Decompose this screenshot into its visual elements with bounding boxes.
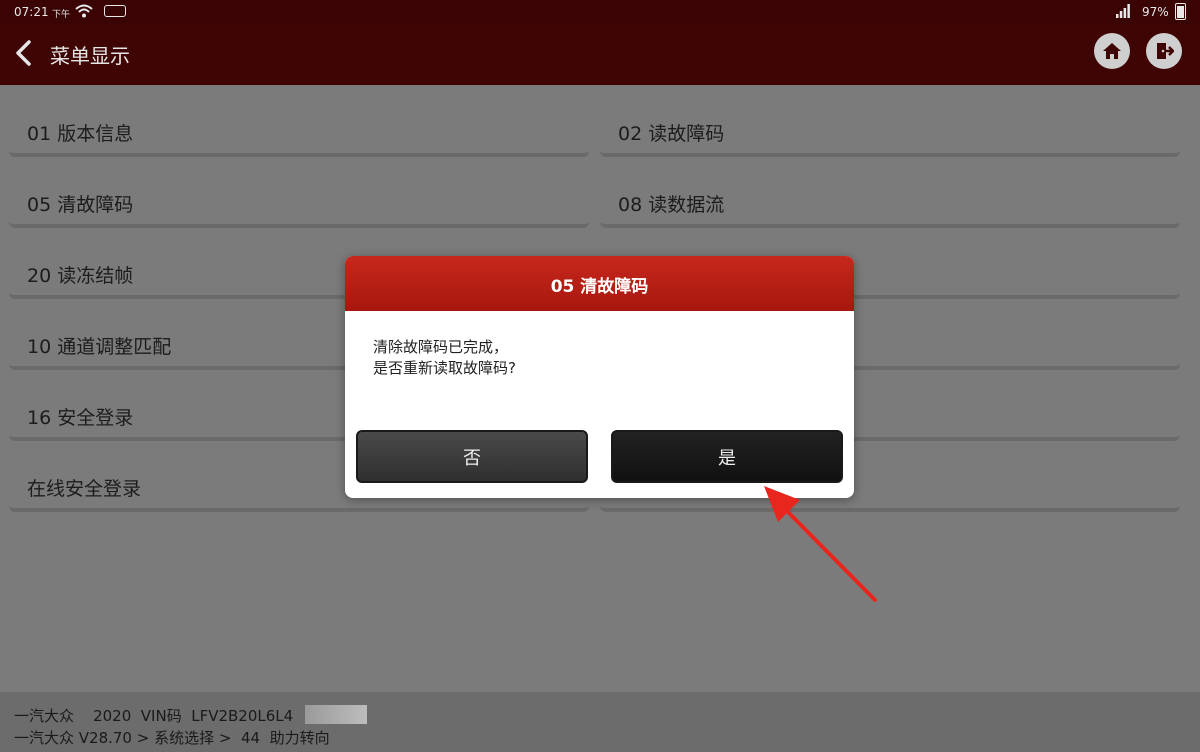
signal-icon: [1116, 4, 1130, 21]
dialog-message-line1: 清除故障码已完成，: [373, 338, 509, 356]
menu-item-label: 08 读数据流: [618, 194, 725, 216]
back-icon[interactable]: [12, 38, 36, 68]
home-icon[interactable]: [1094, 33, 1130, 69]
battery-icon: [1175, 3, 1186, 20]
dialog-title: 05 清故障码: [345, 256, 854, 311]
menu-item-label: 10 通道调整匹配: [27, 336, 172, 358]
menu-item-label: 05 清故障码: [27, 194, 134, 216]
menu-item-read-datastream[interactable]: 08 读数据流: [600, 162, 1180, 228]
menu-item-label: 02 读故障码: [618, 123, 725, 145]
dialog-message-line2: 是否重新读取故障码?: [373, 359, 516, 377]
status-time: 07:21: [14, 5, 49, 19]
dialog-message: 清除故障码已完成， 是否重新读取故障码?: [373, 337, 516, 379]
menu-item-read-dtc[interactable]: 02 读故障码: [600, 91, 1180, 157]
page-title: 菜单显示: [50, 44, 130, 68]
exit-icon[interactable]: [1146, 33, 1182, 69]
breadcrumb: 一汽大众 V28.70 > 系统选择 > 44 助力转向: [14, 729, 330, 747]
wifi-icon: [75, 3, 93, 22]
menu-item-label: 16 安全登录: [27, 407, 134, 429]
menu-item-label: 在线安全登录: [27, 478, 142, 500]
menu-item-clear-dtc[interactable]: 05 清故障码: [9, 162, 589, 228]
menu-item-version-info[interactable]: 01 版本信息: [9, 91, 589, 157]
vin-redaction: [305, 705, 367, 724]
menu-item-label: 01 版本信息: [27, 123, 134, 145]
vehicle-info-line: 一汽大众 2020 VIN码 LFV2B20L6L4: [14, 707, 294, 725]
battery-percent: 97%: [1142, 5, 1169, 19]
status-ampm: 下午: [52, 10, 71, 20]
clear-dtc-dialog: 05 清故障码 清除故障码已完成， 是否重新读取故障码? 否 是: [345, 256, 854, 498]
status-bar: 07:21 下午 97%: [0, 0, 1200, 25]
app-header: 菜单显示: [0, 25, 1200, 85]
annotation-arrow-icon: [764, 486, 877, 602]
vehicle-info-footer: 一汽大众 2020 VIN码 LFV2B20L6L4 一汽大众 V28.70 >…: [0, 692, 1200, 752]
menu-item-label: 20 读冻结帧: [27, 265, 134, 287]
chip-icon: [104, 5, 126, 17]
no-button[interactable]: 否: [356, 430, 588, 483]
